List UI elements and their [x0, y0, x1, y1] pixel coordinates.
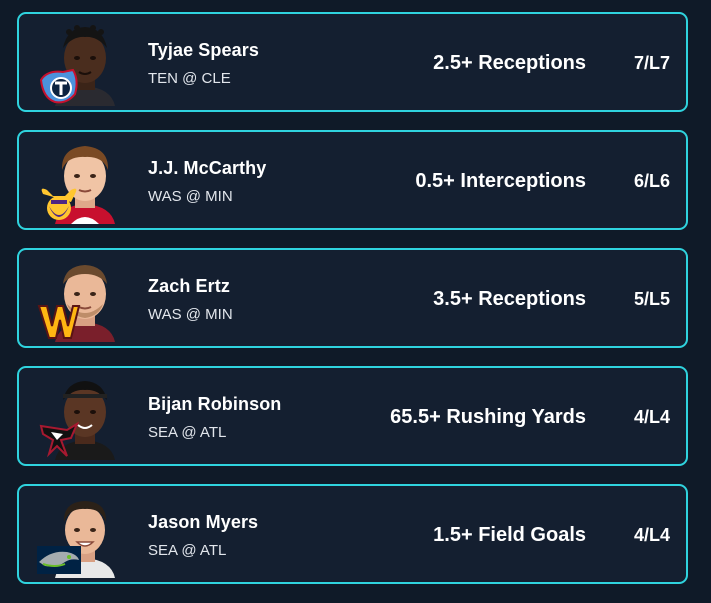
- player-name: J.J. McCarthy: [148, 158, 267, 178]
- game-matchup: SEA @ ATL: [148, 542, 227, 559]
- titans-logo-icon: [37, 66, 81, 106]
- player-name: Jason Myers: [148, 512, 259, 532]
- hit-rate: 6/L6: [633, 171, 670, 191]
- player-headshot-icon: [37, 494, 133, 578]
- player-name: Tyjae Spears: [148, 40, 259, 60]
- player-prop-card[interactable]: J.J. McCarthy WAS @ MIN 0.5+ Interceptio…: [17, 130, 688, 230]
- player-prop-card[interactable]: Bijan Robinson SEA @ ATL 65.5+ Rushing Y…: [17, 366, 688, 466]
- game-matchup: WAS @ MIN: [148, 306, 233, 323]
- player-prop-list: Tyjae Spears TEN @ CLE 2.5+ Receptions 7…: [0, 0, 711, 603]
- hit-rate: 4/L4: [633, 525, 670, 545]
- player-name: Zach Ertz: [148, 276, 230, 296]
- hit-rate: 4/L4: [633, 407, 670, 427]
- prop-line: 65.5+ Rushing Yards: [390, 406, 586, 428]
- player-headshot-icon: [37, 140, 133, 224]
- player-prop-card[interactable]: Jason Myers SEA @ ATL 1.5+ Field Goals 4…: [17, 484, 688, 584]
- vikings-logo-icon: [37, 184, 81, 224]
- hit-rate: 5/L5: [633, 289, 670, 309]
- player-headshot-icon: [37, 258, 133, 342]
- falcons-logo-icon: [37, 420, 81, 460]
- seahawks-logo-icon: [37, 538, 81, 578]
- prop-line: 1.5+ Field Goals: [433, 524, 586, 546]
- game-matchup: WAS @ MIN: [148, 188, 233, 205]
- game-matchup: SEA @ ATL: [148, 424, 227, 441]
- commanders-logo-icon: [37, 302, 81, 342]
- player-prop-card[interactable]: Tyjae Spears TEN @ CLE 2.5+ Receptions 7…: [17, 12, 688, 112]
- game-matchup: TEN @ CLE: [148, 70, 231, 87]
- player-prop-card[interactable]: Zach Ertz WAS @ MIN 3.5+ Receptions 5/L5: [17, 248, 688, 348]
- hit-rate: 7/L7: [633, 53, 670, 73]
- prop-line: 3.5+ Receptions: [433, 288, 586, 310]
- player-headshot-icon: [37, 22, 133, 106]
- player-headshot-icon: [37, 376, 133, 460]
- player-name: Bijan Robinson: [148, 394, 282, 414]
- prop-line: 0.5+ Interceptions: [415, 170, 586, 192]
- prop-line: 2.5+ Receptions: [433, 52, 586, 74]
